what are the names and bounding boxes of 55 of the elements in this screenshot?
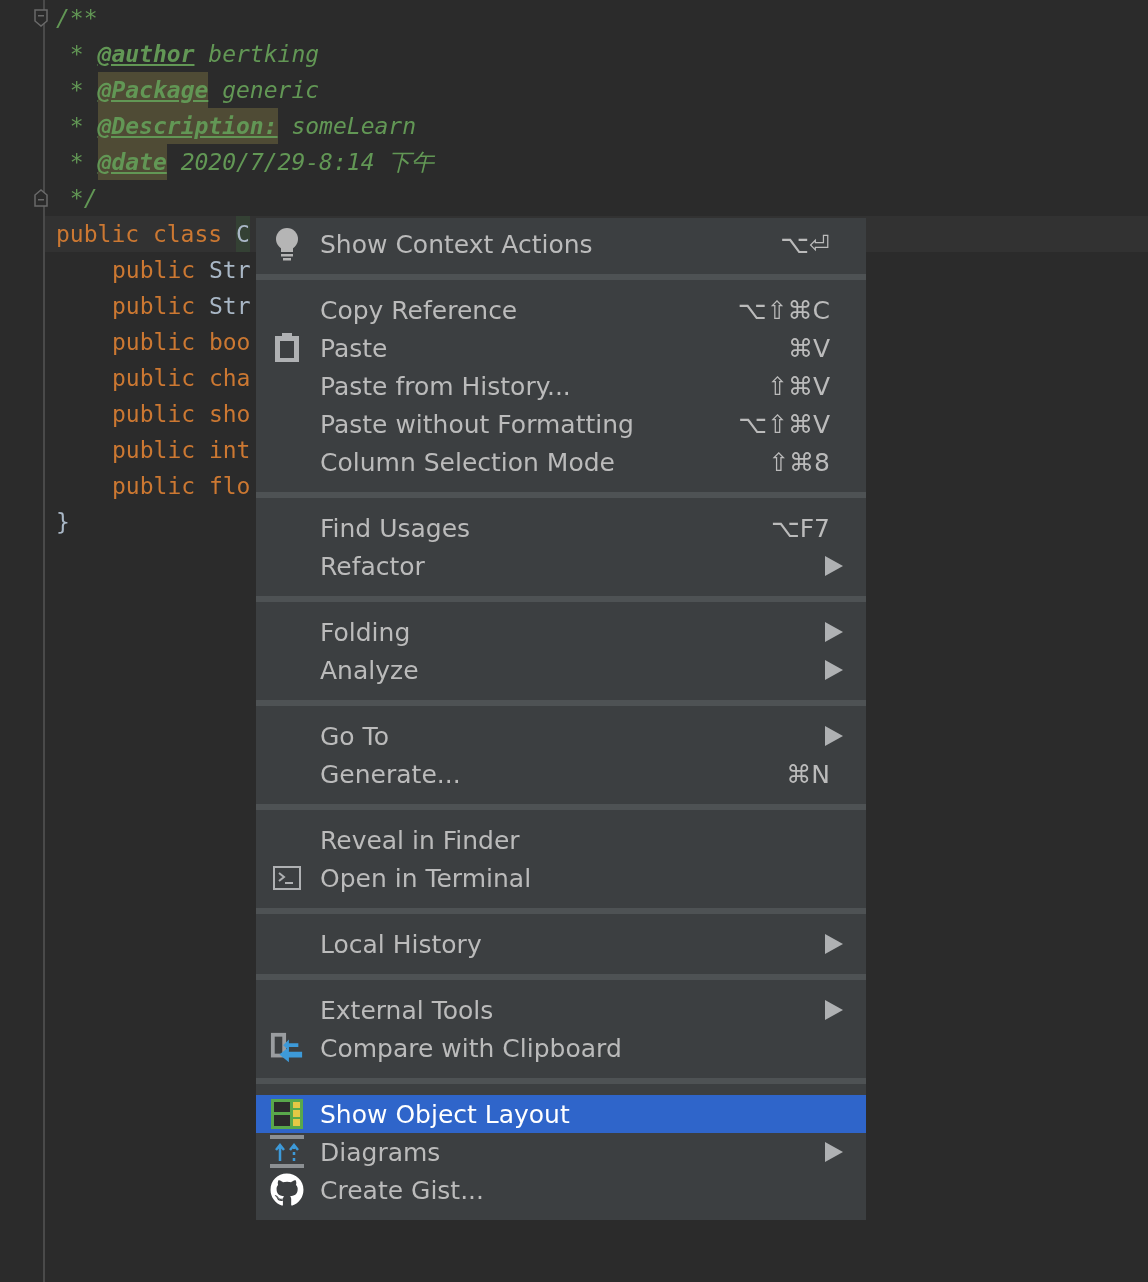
code-text: } (56, 508, 70, 537)
menu-item[interactable]: Paste without Formatting ⌥⇧⌘V (256, 405, 866, 443)
menu-item[interactable]: Open in Terminal (256, 859, 866, 897)
menu-item[interactable]: Folding (256, 613, 866, 651)
code-text: public int (112, 436, 251, 465)
fold-marker-icon[interactable] (34, 9, 48, 27)
github-icon (270, 1173, 304, 1207)
code-text: C (236, 216, 250, 252)
menu-item[interactable]: Analyze (256, 651, 866, 689)
code-text: * (68, 40, 85, 69)
menu-item[interactable]: Refactor (256, 547, 866, 585)
doc-tag: @Package (97, 72, 209, 108)
code-text: generic (221, 76, 320, 105)
code-text: public class (56, 220, 224, 249)
menu-item[interactable]: Copy Reference ⌥⇧⌘C (256, 291, 866, 329)
code-text: 2020/7/29-8:14 下午 (179, 148, 435, 177)
doc-tag: @Description: (97, 108, 278, 144)
menu-item[interactable]: Paste ⌘V (256, 329, 866, 367)
clipboard-icon (274, 333, 300, 363)
fold-marker-icon[interactable] (34, 189, 48, 207)
menu-item[interactable]: Create Gist... (256, 1171, 866, 1209)
object-layout-icon (271, 1099, 303, 1129)
menu-item[interactable]: Go To (256, 717, 866, 755)
menu-item[interactable]: Paste from History... ⇧⌘V (256, 367, 866, 405)
code-text: public (112, 256, 197, 285)
doc-tag: @author (97, 36, 195, 72)
code-text: /** (56, 4, 98, 33)
code-text: * (68, 76, 85, 105)
code-text: public cha (112, 364, 251, 393)
menu-item[interactable]: External Tools (256, 991, 866, 1029)
menu-item[interactable]: Find Usages ⌥F7 (256, 509, 866, 547)
code-text: Str (208, 256, 251, 285)
code-text: * (68, 148, 85, 177)
doc-tag: @date (97, 144, 167, 180)
code-text: bertking (207, 40, 320, 69)
code-text: Str (208, 292, 251, 321)
code-text: public sho (112, 400, 251, 429)
lightbulb-icon (273, 227, 301, 261)
menu-item[interactable]: Reveal in Finder (256, 821, 866, 859)
menu-item[interactable]: Generate... ⌘N (256, 755, 866, 793)
diagram-icon (270, 1135, 304, 1169)
menu-item[interactable]: Column Selection Mode ⇧⌘8 (256, 443, 866, 481)
terminal-icon (273, 866, 301, 890)
code-text: someLearn (290, 112, 417, 141)
code-text: * (68, 112, 85, 141)
menu-item[interactable]: Show Object Layout (256, 1095, 866, 1133)
code-text: */ (68, 184, 98, 213)
compare-icon (270, 1031, 304, 1065)
code-text: public flo (112, 472, 251, 501)
code-text: public (112, 292, 197, 321)
menu-item[interactable]: Show Context Actions ⌥⏎ (256, 225, 866, 263)
menu-item[interactable]: Diagrams (256, 1133, 866, 1171)
menu-item[interactable]: Compare with Clipboard (256, 1029, 866, 1067)
menu-item[interactable]: Local History (256, 925, 866, 963)
code-text: public boo (112, 328, 251, 357)
